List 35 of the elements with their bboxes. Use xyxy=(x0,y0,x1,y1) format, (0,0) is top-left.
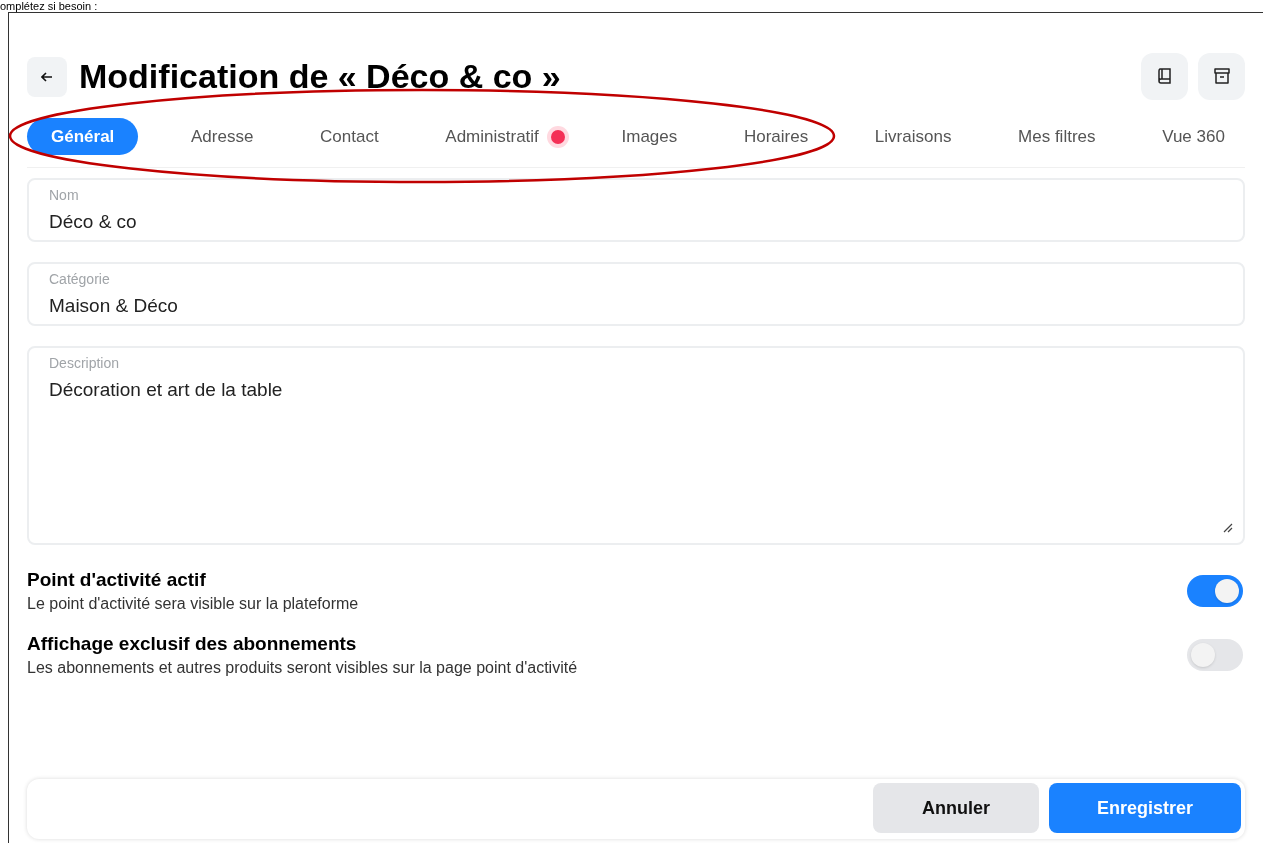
book-icon xyxy=(1156,67,1173,86)
field-value: Maison & Déco xyxy=(49,294,179,318)
cancel-button[interactable]: Annuler xyxy=(873,783,1039,833)
resize-handle-icon[interactable] xyxy=(1223,523,1233,533)
setting-title: Point d'activité actif xyxy=(27,568,207,592)
setting-title: Affichage exclusif des abonnements xyxy=(27,632,358,656)
tab[interactable]: Horaires xyxy=(729,118,823,155)
tab[interactable]: Mes filtres xyxy=(1004,118,1110,155)
archive-icon xyxy=(1212,68,1231,85)
field-label: Catégorie xyxy=(49,270,111,288)
save-button[interactable]: Enregistrer xyxy=(1049,783,1241,833)
field-label: Description xyxy=(49,354,121,372)
caption-text: omplétez si besoin : xyxy=(0,0,98,12)
tab[interactable]: Administratif xyxy=(431,118,541,155)
field-value: Déco & co xyxy=(49,210,138,234)
field-label: Nom xyxy=(49,186,80,204)
tab[interactable]: Images xyxy=(607,118,692,155)
toggle-switch[interactable] xyxy=(1187,639,1243,671)
description-field[interactable]: Description Décoration et art de la table xyxy=(27,346,1245,545)
tab[interactable]: Général xyxy=(27,118,139,155)
tab[interactable]: Livraisons xyxy=(860,118,966,155)
input-field[interactable]: Nom Déco & co xyxy=(27,178,1245,242)
tab[interactable]: Vue 360 xyxy=(1148,118,1239,155)
page-title: Modification de « Déco & co » xyxy=(79,56,561,97)
archive-button[interactable] xyxy=(1198,53,1245,100)
back-arrow-icon xyxy=(41,71,53,82)
input-field[interactable]: Catégorie Maison & Déco xyxy=(27,262,1245,326)
book-button[interactable] xyxy=(1141,53,1188,100)
back-button[interactable] xyxy=(27,56,67,97)
tab[interactable]: Contact xyxy=(306,118,393,155)
setting-description: Les abonnements et autres produits seront visibles sur la page point d'activité xyxy=(27,658,578,678)
tab[interactable]: Adresse xyxy=(177,118,268,155)
field-value: Décoration et art de la table xyxy=(49,378,284,402)
toggle-switch[interactable] xyxy=(1187,575,1243,607)
setting-description: Le point d'activité sera visible sur la plateforme xyxy=(27,594,359,614)
